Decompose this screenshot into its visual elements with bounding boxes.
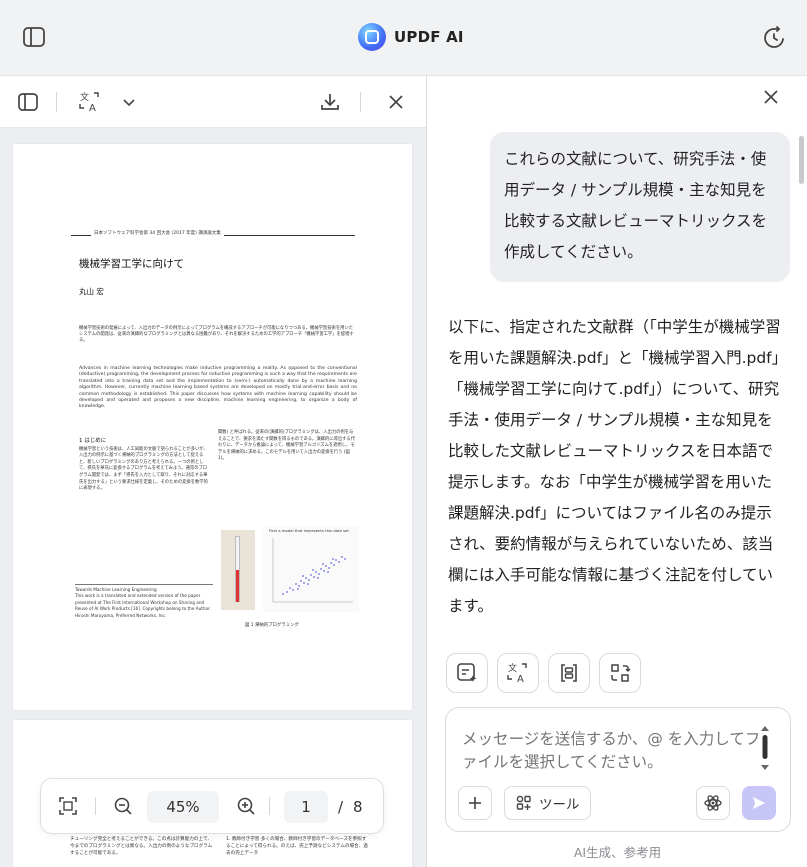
pdf-body-text: 機械学習という技術は、人工知能の文脈で語られることが多いが、入出力の例示に基づく… [79,446,208,492]
chat-scrollbar[interactable] [799,136,804,184]
plus-icon [469,797,481,809]
total-pages: 8 [353,798,363,816]
thermometer-image [221,530,255,610]
input-scrollbar[interactable] [760,724,770,772]
pdf-title: 機械学習工学に向けて [79,258,184,270]
zoom-out-icon[interactable] [112,795,134,817]
translate-icon: 文A [507,662,527,685]
summarize-button[interactable] [446,653,488,693]
app-brand: UPDF AI [358,23,464,51]
svg-text:A: A [89,103,96,114]
pdf-abstract-japanese: 機械学習技術の発展によって、入出力のデータの例示によってプログラムを構成するアプ… [79,326,354,344]
pdf-figure: First a model that represents this data … [221,526,361,616]
pdf-author: 丸山 宏 [79,287,104,296]
zoom-in-icon[interactable] [235,795,257,817]
summarize-icon [457,663,477,682]
thumbnail-panel-icon[interactable] [16,90,40,114]
document-toolbar: 文A [0,76,426,128]
ai-response-text: 以下に、指定された文献群（「中学生が機械学習を用いた課題解決.pdf」と「機械学… [448,318,781,615]
document-panel: 文A 日本ソフトウェア科学会第 34 回大会 (2017 年度) 講演論文集 機… [0,76,427,867]
pdf-section-heading: 1 はじめに [79,438,107,444]
user-message-bubble: これらの文献について、研究手法・使用データ / サンプル規模・主な知見を比較する… [490,132,790,282]
translate-icon[interactable]: 文A [78,90,102,114]
pdf-abstract-english: Advances in machine learning technologie… [79,366,357,410]
current-page-input[interactable]: 1 [284,791,328,823]
fit-page-icon[interactable] [57,795,79,817]
pdf-running-header: 日本ソフトウェア科学会第 34 回大会 (2017 年度) 講演論文集 [91,230,224,236]
svg-text:A: A [517,674,524,685]
translate-button[interactable]: 文A [497,653,539,693]
close-document-icon[interactable] [384,90,408,114]
svg-text:文: 文 [508,662,517,674]
message-input[interactable] [462,728,762,776]
ai-chat-panel: これらの文献について、研究手法・使用データ / サンプル規模・主な知見を比較する… [428,76,807,867]
svg-text:文: 文 [80,91,89,103]
updf-logo-icon [358,23,386,51]
scatter-plot-image: First a model that represents this data … [263,526,359,612]
tools-icon [516,795,531,810]
toolbar-divider [360,92,361,112]
toolbar-divider [56,92,57,112]
pdf-figure-caption: 図 1 帰納的プログラミング [245,623,299,628]
zoom-level[interactable]: 45% [147,791,219,823]
download-icon[interactable] [318,90,342,114]
pdf-body-text: 関数) と呼ばれる。従来の(演繹的)プログラミングは、入出力の例を与えることで、… [218,430,356,462]
pdf-page-1: 日本ソフトウェア科学会第 34 回大会 (2017 年度) 講演論文集 機械学習… [13,144,412,710]
send-icon [753,797,765,809]
pdf-body-text: チューリング完全と考えることができる。この点は計算能力の上で、今までのプログラミ… [70,837,213,856]
pdf-column-left: 1 はじめに 機械学習という技術は、人工知能の文脈で語られることが多いが、入出力… [79,438,210,493]
rewrite-icon [611,664,631,682]
sidebar-toggle-icon[interactable] [22,26,46,48]
tools-label: ツール [539,797,580,813]
pdf-footnote: Towards Machine Learning Engineering Thi… [75,584,213,619]
send-button[interactable] [742,786,776,820]
quick-actions: 文A [446,653,641,693]
pdf-body-text: 1. 教師付き学習 多くの場合、教師付き学習のデータベースを参照することによって… [226,837,368,856]
tools-button[interactable]: ツール [504,786,591,820]
chevron-down-icon[interactable] [117,90,141,114]
pdf-column-right: 関数) と呼ばれる。従来の(演繹的)プログラミングは、入出力の例を与えることで、… [218,430,356,463]
app-topbar: UPDF AI [0,0,807,76]
zoom-divider [269,797,270,815]
rewrite-button[interactable] [599,653,641,693]
zoom-toolbar: 45% 1 / 8 [40,778,384,834]
explain-icon [561,664,577,682]
model-icon [704,795,722,811]
pdf-page-2-text: チューリング完全と考えることができる。この点は計算能力の上で、今までのプログラミ… [70,836,370,857]
page-separator: / [338,798,344,816]
ai-disclaimer: AI生成、参考用 [573,845,662,860]
add-file-button[interactable] [458,786,492,820]
close-chat-icon[interactable] [762,88,784,110]
chat-input-box: ツール [445,707,791,832]
app-title: UPDF AI [394,28,464,46]
zoom-divider [95,797,96,815]
explain-button[interactable] [548,653,590,693]
ai-model-button[interactable] [696,786,730,820]
history-icon[interactable] [762,26,786,50]
